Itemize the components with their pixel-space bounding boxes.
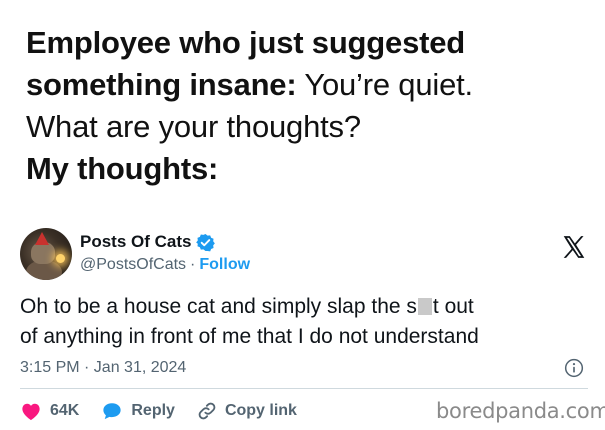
heart-icon	[22, 403, 40, 421]
info-icon[interactable]	[564, 358, 584, 378]
timestamp[interactable]: 3:15 PM · Jan 31, 2024	[20, 359, 186, 376]
reply-button[interactable]: Reply	[101, 401, 175, 421]
like-button[interactable]: 64K	[20, 401, 79, 421]
caption-line-1: Employee who just suggested	[26, 25, 466, 60]
tweet-meta: 3:15 PM · Jan 31, 2024	[20, 356, 590, 380]
caption-line-4: My thoughts:	[26, 151, 219, 186]
handle-row: @PostsOfCats · Follow	[80, 256, 250, 274]
tweet-text-line-1: Oh to be a house cat and simply slap the…	[20, 295, 474, 318]
avatar-party-hat	[35, 232, 49, 245]
name-row: Posts Of Cats	[80, 232, 216, 252]
tweet-actions: 64K Reply Copy link	[20, 398, 319, 424]
caption-line-3: What are your thoughts?	[26, 109, 361, 144]
watermark: boredpanda.com	[436, 399, 605, 423]
avatar-cat-head	[31, 242, 55, 264]
follow-button[interactable]: Follow	[199, 256, 250, 273]
copy-link-label: Copy link	[224, 402, 297, 419]
meme-caption: Employee who just suggested something in…	[26, 22, 596, 190]
handle[interactable]: @PostsOfCats	[80, 256, 186, 273]
avatar-candle	[56, 254, 65, 263]
divider	[20, 388, 588, 389]
verified-badge-icon	[196, 233, 216, 251]
display-name[interactable]: Posts Of Cats	[80, 232, 191, 252]
caption-line-2: something insane: You’re quiet.	[26, 67, 473, 102]
avatar[interactable]	[20, 228, 72, 280]
separator-dot: ·	[190, 256, 196, 273]
tweet-text: Oh to be a house cat and simply slap the…	[20, 292, 595, 352]
tweet-header: Posts Of Cats @PostsOfCats · Follow	[20, 226, 590, 286]
reply-bubble-icon	[103, 403, 121, 420]
censor-block	[417, 298, 432, 315]
link-icon	[198, 402, 216, 420]
likes-count: 64K	[50, 402, 80, 419]
copy-link-button[interactable]: Copy link	[197, 401, 297, 421]
x-logo-icon[interactable]	[561, 234, 587, 260]
tweet-text-line-2: of anything in front of me that I do not…	[20, 325, 479, 348]
reply-label: Reply	[131, 402, 175, 419]
